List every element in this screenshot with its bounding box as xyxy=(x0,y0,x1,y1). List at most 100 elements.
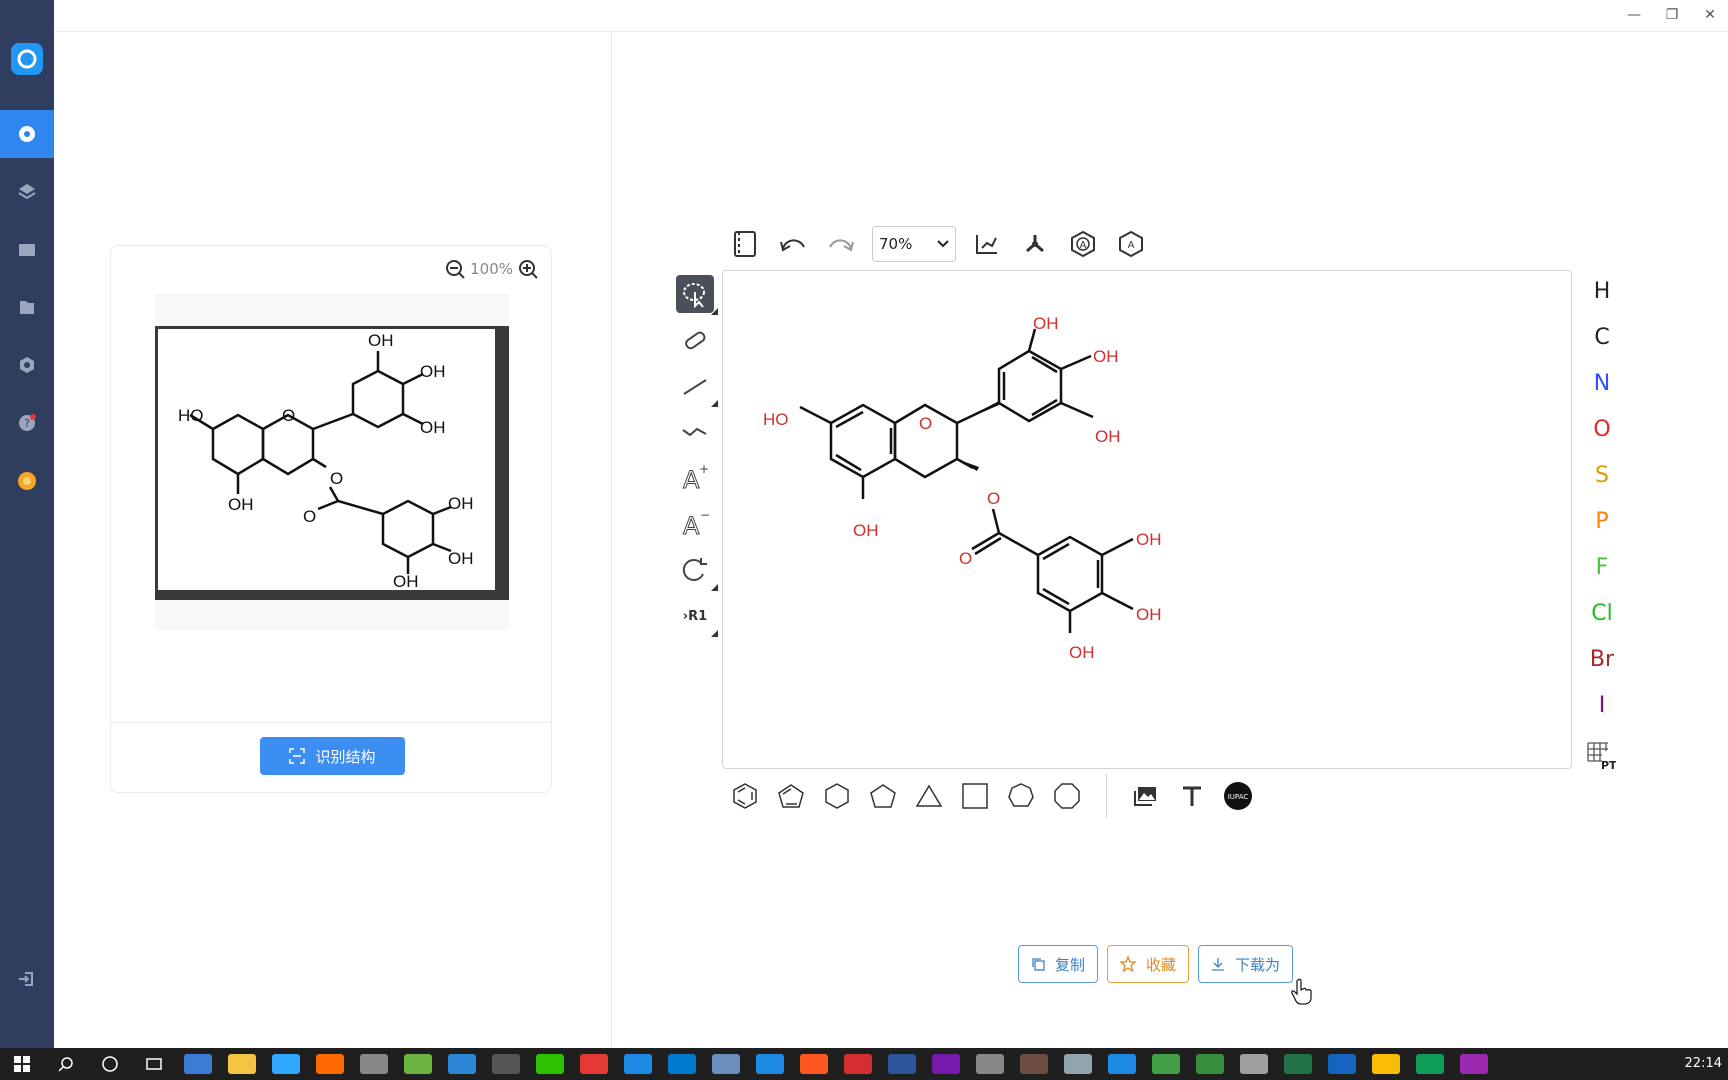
app-icon[interactable] xyxy=(800,1054,828,1074)
zoom-select[interactable]: 70% xyxy=(872,226,956,262)
app-icon[interactable] xyxy=(1152,1054,1180,1074)
redo-button[interactable] xyxy=(824,227,858,261)
app-icon[interactable] xyxy=(1020,1054,1048,1074)
element-i-button[interactable]: I xyxy=(1580,686,1624,732)
en-icon[interactable] xyxy=(492,1054,520,1074)
cyclopropane-button[interactable] xyxy=(912,779,946,813)
zoom-in-icon[interactable] xyxy=(517,258,539,280)
template-button[interactable] xyxy=(728,227,762,261)
app-icon[interactable] xyxy=(976,1054,1004,1074)
app-icon[interactable] xyxy=(360,1054,388,1074)
app-icon[interactable] xyxy=(404,1054,432,1074)
explorer-icon[interactable] xyxy=(228,1054,256,1074)
download-button[interactable]: 下载为 xyxy=(1198,945,1294,983)
select-tool[interactable] xyxy=(676,275,718,315)
app-icon[interactable] xyxy=(712,1054,740,1074)
sidebar-item-file[interactable] xyxy=(0,283,54,331)
copy-button[interactable]: 复制 xyxy=(1018,945,1099,983)
sidebar-item-coin[interactable] xyxy=(0,457,54,505)
cyclopentadiene-button[interactable] xyxy=(774,779,808,813)
structure-image: HO O OH OH OH O OH O OH OH OH xyxy=(178,331,474,591)
zoom-out-icon[interactable] xyxy=(444,258,466,280)
app-icon[interactable] xyxy=(1196,1054,1224,1074)
text-button[interactable] xyxy=(1175,779,1209,813)
charge-minus-tool[interactable]: A − xyxy=(676,505,714,543)
favorite-button[interactable]: 收藏 xyxy=(1107,945,1190,983)
eraser-tool[interactable] xyxy=(676,321,714,359)
onenote-icon[interactable] xyxy=(932,1054,960,1074)
logout-button[interactable] xyxy=(0,955,54,1003)
app-icon[interactable] xyxy=(580,1054,608,1074)
aromatize-button[interactable]: A xyxy=(1066,227,1100,261)
clean-button[interactable] xyxy=(1018,227,1052,261)
dearomatize-button[interactable]: A xyxy=(1114,227,1148,261)
element-p-button[interactable]: P xyxy=(1580,502,1624,548)
element-br-button[interactable]: Br xyxy=(1580,640,1624,686)
cortana-icon[interactable] xyxy=(96,1054,124,1074)
sidebar-item-folder[interactable] xyxy=(0,225,54,273)
recognize-structure-button[interactable]: 识别结构 xyxy=(260,737,405,775)
close-button[interactable]: ✕ xyxy=(1696,4,1724,26)
wechat-icon[interactable] xyxy=(536,1054,564,1074)
app-logo[interactable] xyxy=(11,43,43,75)
cyclobutane-button[interactable] xyxy=(958,779,992,813)
illustrator-icon[interactable] xyxy=(316,1054,344,1074)
sidebar-item-help[interactable]: ? xyxy=(0,399,54,447)
atom-ho-left: HO xyxy=(763,410,789,429)
img-label-oh-g3: OH xyxy=(393,572,419,590)
benzene-button[interactable] xyxy=(728,779,762,813)
cyclooctane-button[interactable] xyxy=(1050,779,1084,813)
app-icon[interactable] xyxy=(1108,1054,1136,1074)
photoshop-icon[interactable] xyxy=(272,1054,300,1074)
img-label-o-ester: O xyxy=(330,469,343,488)
drawing-canvas[interactable]: HO O OH OH OH OH O O OH OH OH xyxy=(722,270,1572,769)
sidebar: ? xyxy=(0,0,54,1048)
rgroup-tool[interactable]: › R1 xyxy=(676,597,718,637)
taskview-icon[interactable] xyxy=(140,1054,168,1074)
image-zoom-controls: 100% xyxy=(444,258,539,280)
cyclohexane-button[interactable] xyxy=(820,779,854,813)
app-icon[interactable] xyxy=(1064,1054,1092,1074)
bond-tool[interactable] xyxy=(676,367,718,407)
edge-icon[interactable] xyxy=(1416,1054,1444,1074)
layout-button[interactable] xyxy=(970,227,1004,261)
periodic-table-button[interactable]: PT xyxy=(1586,740,1617,772)
cyclopentane-button[interactable] xyxy=(866,779,900,813)
wps-icon[interactable] xyxy=(844,1054,872,1074)
img-label-oh-right2: OH xyxy=(420,418,446,437)
iupac-button[interactable]: IUPAC xyxy=(1221,779,1255,813)
img-label-oh-g1: OH xyxy=(448,494,474,513)
sidebar-item-settings[interactable] xyxy=(0,341,54,389)
element-n-button[interactable]: N xyxy=(1580,364,1624,410)
app-icon[interactable] xyxy=(448,1054,476,1074)
app-icon[interactable] xyxy=(184,1054,212,1074)
windows-icon[interactable] xyxy=(8,1054,36,1074)
app-icon[interactable] xyxy=(1240,1054,1268,1074)
restore-button[interactable]: ❐ xyxy=(1658,4,1686,26)
minimize-button[interactable]: — xyxy=(1620,4,1648,26)
chrome-icon[interactable] xyxy=(1372,1054,1400,1074)
cycloheptane-icon xyxy=(1008,783,1034,807)
app-icon[interactable] xyxy=(1460,1054,1488,1074)
element-h-button[interactable]: H xyxy=(1580,272,1624,318)
sidebar-item-molecule[interactable] xyxy=(0,110,54,158)
undo-button[interactable] xyxy=(776,227,810,261)
element-cl-button[interactable]: Cl xyxy=(1580,594,1624,640)
chain-tool[interactable] xyxy=(676,413,714,451)
sidebar-item-layers[interactable] xyxy=(0,167,54,215)
app-icon[interactable] xyxy=(624,1054,652,1074)
element-s-button[interactable]: S xyxy=(1580,456,1624,502)
image-button[interactable] xyxy=(1129,779,1163,813)
search-icon[interactable] xyxy=(52,1054,80,1074)
rotate-tool[interactable] xyxy=(676,551,718,591)
element-f-button[interactable]: F xyxy=(1580,548,1624,594)
excel-icon[interactable] xyxy=(1284,1054,1312,1074)
element-c-button[interactable]: C xyxy=(1580,318,1624,364)
cycloheptane-button[interactable] xyxy=(1004,779,1038,813)
app-icon[interactable] xyxy=(756,1054,784,1074)
charge-plus-tool[interactable]: A + xyxy=(676,459,714,497)
element-o-button[interactable]: O xyxy=(1580,410,1624,456)
app-icon[interactable] xyxy=(1328,1054,1356,1074)
word-icon[interactable] xyxy=(888,1054,916,1074)
vscode-icon[interactable] xyxy=(668,1054,696,1074)
